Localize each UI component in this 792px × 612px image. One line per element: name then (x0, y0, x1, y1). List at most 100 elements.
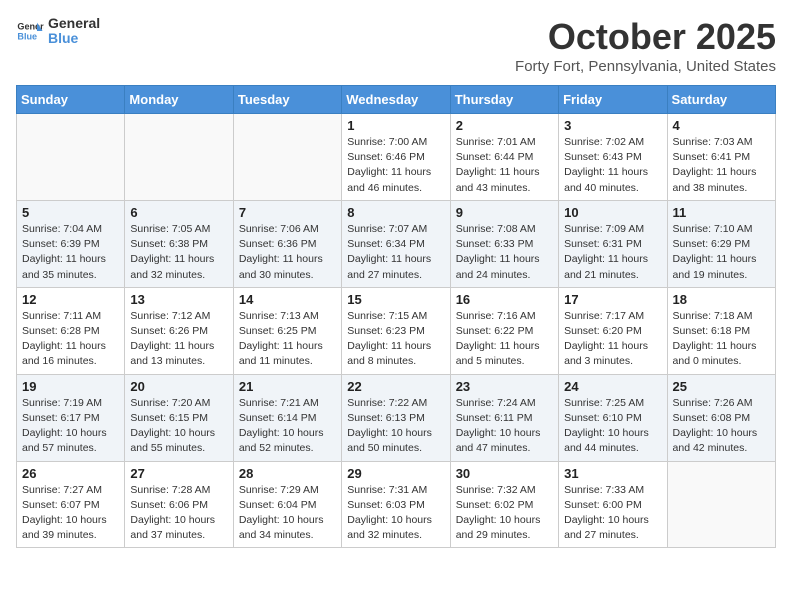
day-detail: Sunrise: 7:00 AMSunset: 6:46 PMDaylight:… (347, 135, 444, 196)
day-number: 12 (22, 292, 119, 307)
calendar-cell: 14Sunrise: 7:13 AMSunset: 6:25 PMDayligh… (233, 287, 341, 374)
day-number: 20 (130, 379, 227, 394)
day-number: 4 (673, 118, 770, 133)
day-number: 3 (564, 118, 661, 133)
day-detail: Sunrise: 7:25 AMSunset: 6:10 PMDaylight:… (564, 396, 661, 457)
calendar-cell: 30 Sunrise: 7:32 AMSunset: 6:02 PMDayligh… (450, 461, 558, 548)
day-detail: Sunrise: 7:18 AMSunset: 6:18 PMDaylight:… (673, 309, 770, 370)
logo-icon: General Blue (16, 17, 44, 45)
calendar-table: SundayMondayTuesdayWednesdayThursdayFrid… (16, 85, 776, 548)
week-row-1: 1 Sunrise: 7:00 AMSunset: 6:46 PMDaylight… (17, 114, 776, 201)
location-subtitle: Forty Fort, Pennsylvania, United States (515, 58, 776, 75)
weekday-header-friday: Friday (559, 86, 667, 114)
week-row-2: 5 Sunrise: 7:04 AMSunset: 6:39 PMDaylight… (17, 200, 776, 287)
day-detail: Sunrise: 7:24 AMSunset: 6:11 PMDaylight:… (456, 396, 553, 457)
day-number: 24 (564, 379, 661, 394)
day-number: 23 (456, 379, 553, 394)
calendar-cell: 27 Sunrise: 7:28 AMSunset: 6:06 PMDayligh… (125, 461, 233, 548)
calendar-cell: 21Sunrise: 7:21 AMSunset: 6:14 PMDayligh… (233, 374, 341, 461)
calendar-cell: 31 Sunrise: 7:33 AMSunset: 6:00 PMDayligh… (559, 461, 667, 548)
day-detail: Sunrise: 7:09 AMSunset: 6:31 PMDaylight:… (564, 222, 661, 283)
calendar-cell: 24 Sunrise: 7:25 AMSunset: 6:10 PMDayligh… (559, 374, 667, 461)
day-detail: Sunrise: 7:11 AMSunset: 6:28 PMDaylight:… (22, 309, 119, 370)
calendar-cell: 28Sunrise: 7:29 AMSunset: 6:04 PMDayligh… (233, 461, 341, 548)
week-row-4: 19 Sunrise: 7:19 AMSunset: 6:17 PMDayligh… (17, 374, 776, 461)
day-number: 27 (130, 466, 227, 481)
day-number: 14 (239, 292, 336, 307)
calendar-cell: 2 Sunrise: 7:01 AMSunset: 6:44 PMDaylight… (450, 114, 558, 201)
day-detail: Sunrise: 7:31 AMSunset: 6:03 PMDaylight:… (347, 483, 444, 544)
day-detail: Sunrise: 7:26 AMSunset: 6:08 PMDaylight:… (673, 396, 770, 457)
calendar-cell: 1 Sunrise: 7:00 AMSunset: 6:46 PMDaylight… (342, 114, 450, 201)
day-number: 10 (564, 205, 661, 220)
day-detail: Sunrise: 7:07 AMSunset: 6:34 PMDaylight:… (347, 222, 444, 283)
day-detail: Sunrise: 7:01 AMSunset: 6:44 PMDaylight:… (456, 135, 553, 196)
day-number: 2 (456, 118, 553, 133)
day-number: 9 (456, 205, 553, 220)
calendar-cell (233, 114, 341, 201)
calendar-cell: 6Sunrise: 7:05 AMSunset: 6:38 PMDaylight… (125, 200, 233, 287)
day-detail: Sunrise: 7:17 AMSunset: 6:20 PMDaylight:… (564, 309, 661, 370)
calendar-cell: 7Sunrise: 7:06 AMSunset: 6:36 PMDaylight… (233, 200, 341, 287)
calendar-cell: 17 Sunrise: 7:17 AMSunset: 6:20 PMDayligh… (559, 287, 667, 374)
weekday-header-tuesday: Tuesday (233, 86, 341, 114)
day-detail: Sunrise: 7:27 AMSunset: 6:07 PMDaylight:… (22, 483, 119, 544)
calendar-cell (125, 114, 233, 201)
calendar-cell: 29 Sunrise: 7:31 AMSunset: 6:03 PMDayligh… (342, 461, 450, 548)
weekday-header-wednesday: Wednesday (342, 86, 450, 114)
calendar-cell: 18 Sunrise: 7:18 AMSunset: 6:18 PMDayligh… (667, 287, 775, 374)
calendar-cell (17, 114, 125, 201)
page-header: General Blue General Blue October 2025 F… (16, 16, 776, 75)
calendar-cell: 26Sunrise: 7:27 AMSunset: 6:07 PMDayligh… (17, 461, 125, 548)
weekday-header-row: SundayMondayTuesdayWednesdayThursdayFrid… (17, 86, 776, 114)
day-detail: Sunrise: 7:12 AMSunset: 6:26 PMDaylight:… (130, 309, 227, 370)
day-number: 13 (130, 292, 227, 307)
calendar-cell: 13 Sunrise: 7:12 AMSunset: 6:26 PMDayligh… (125, 287, 233, 374)
svg-text:Blue: Blue (17, 32, 37, 42)
day-number: 30 (456, 466, 553, 481)
weekday-header-saturday: Saturday (667, 86, 775, 114)
day-number: 31 (564, 466, 661, 481)
day-detail: Sunrise: 7:32 AMSunset: 6:02 PMDaylight:… (456, 483, 553, 544)
day-detail: Sunrise: 7:02 AMSunset: 6:43 PMDaylight:… (564, 135, 661, 196)
calendar-cell: 22Sunrise: 7:22 AMSunset: 6:13 PMDayligh… (342, 374, 450, 461)
day-detail: Sunrise: 7:04 AMSunset: 6:39 PMDaylight:… (22, 222, 119, 283)
weekday-header-sunday: Sunday (17, 86, 125, 114)
calendar-cell: 12 Sunrise: 7:11 AMSunset: 6:28 PMDayligh… (17, 287, 125, 374)
day-detail: Sunrise: 7:29 AMSunset: 6:04 PMDaylight:… (239, 483, 336, 544)
calendar-cell: 15Sunrise: 7:15 AMSunset: 6:23 PMDayligh… (342, 287, 450, 374)
day-detail: Sunrise: 7:21 AMSunset: 6:14 PMDaylight:… (239, 396, 336, 457)
day-detail: Sunrise: 7:06 AMSunset: 6:36 PMDaylight:… (239, 222, 336, 283)
day-number: 29 (347, 466, 444, 481)
calendar-cell: 19 Sunrise: 7:19 AMSunset: 6:17 PMDayligh… (17, 374, 125, 461)
calendar-cell: 25Sunrise: 7:26 AMSunset: 6:08 PMDayligh… (667, 374, 775, 461)
day-number: 6 (130, 205, 227, 220)
calendar-cell: 23 Sunrise: 7:24 AMSunset: 6:11 PMDayligh… (450, 374, 558, 461)
day-number: 1 (347, 118, 444, 133)
day-number: 5 (22, 205, 119, 220)
day-number: 17 (564, 292, 661, 307)
day-detail: Sunrise: 7:15 AMSunset: 6:23 PMDaylight:… (347, 309, 444, 370)
day-detail: Sunrise: 7:19 AMSunset: 6:17 PMDaylight:… (22, 396, 119, 457)
day-detail: Sunrise: 7:22 AMSunset: 6:13 PMDaylight:… (347, 396, 444, 457)
day-detail: Sunrise: 7:20 AMSunset: 6:15 PMDaylight:… (130, 396, 227, 457)
day-number: 8 (347, 205, 444, 220)
calendar-cell: 9Sunrise: 7:08 AMSunset: 6:33 PMDaylight… (450, 200, 558, 287)
day-detail: Sunrise: 7:16 AMSunset: 6:22 PMDaylight:… (456, 309, 553, 370)
weekday-header-thursday: Thursday (450, 86, 558, 114)
calendar-cell: 20 Sunrise: 7:20 AMSunset: 6:15 PMDayligh… (125, 374, 233, 461)
day-detail: Sunrise: 7:28 AMSunset: 6:06 PMDaylight:… (130, 483, 227, 544)
day-number: 18 (673, 292, 770, 307)
calendar-cell: 8 Sunrise: 7:07 AMSunset: 6:34 PMDaylight… (342, 200, 450, 287)
day-detail: Sunrise: 7:10 AMSunset: 6:29 PMDaylight:… (673, 222, 770, 283)
week-row-3: 12 Sunrise: 7:11 AMSunset: 6:28 PMDayligh… (17, 287, 776, 374)
month-title: October 2025 (515, 16, 776, 58)
calendar-cell: 3 Sunrise: 7:02 AMSunset: 6:43 PMDaylight… (559, 114, 667, 201)
calendar-cell (667, 461, 775, 548)
title-block: October 2025 Forty Fort, Pennsylvania, U… (515, 16, 776, 75)
calendar-cell: 10 Sunrise: 7:09 AMSunset: 6:31 PMDayligh… (559, 200, 667, 287)
day-detail: Sunrise: 7:33 AMSunset: 6:00 PMDaylight:… (564, 483, 661, 544)
calendar-cell: 16Sunrise: 7:16 AMSunset: 6:22 PMDayligh… (450, 287, 558, 374)
day-number: 19 (22, 379, 119, 394)
calendar-cell: 5 Sunrise: 7:04 AMSunset: 6:39 PMDaylight… (17, 200, 125, 287)
